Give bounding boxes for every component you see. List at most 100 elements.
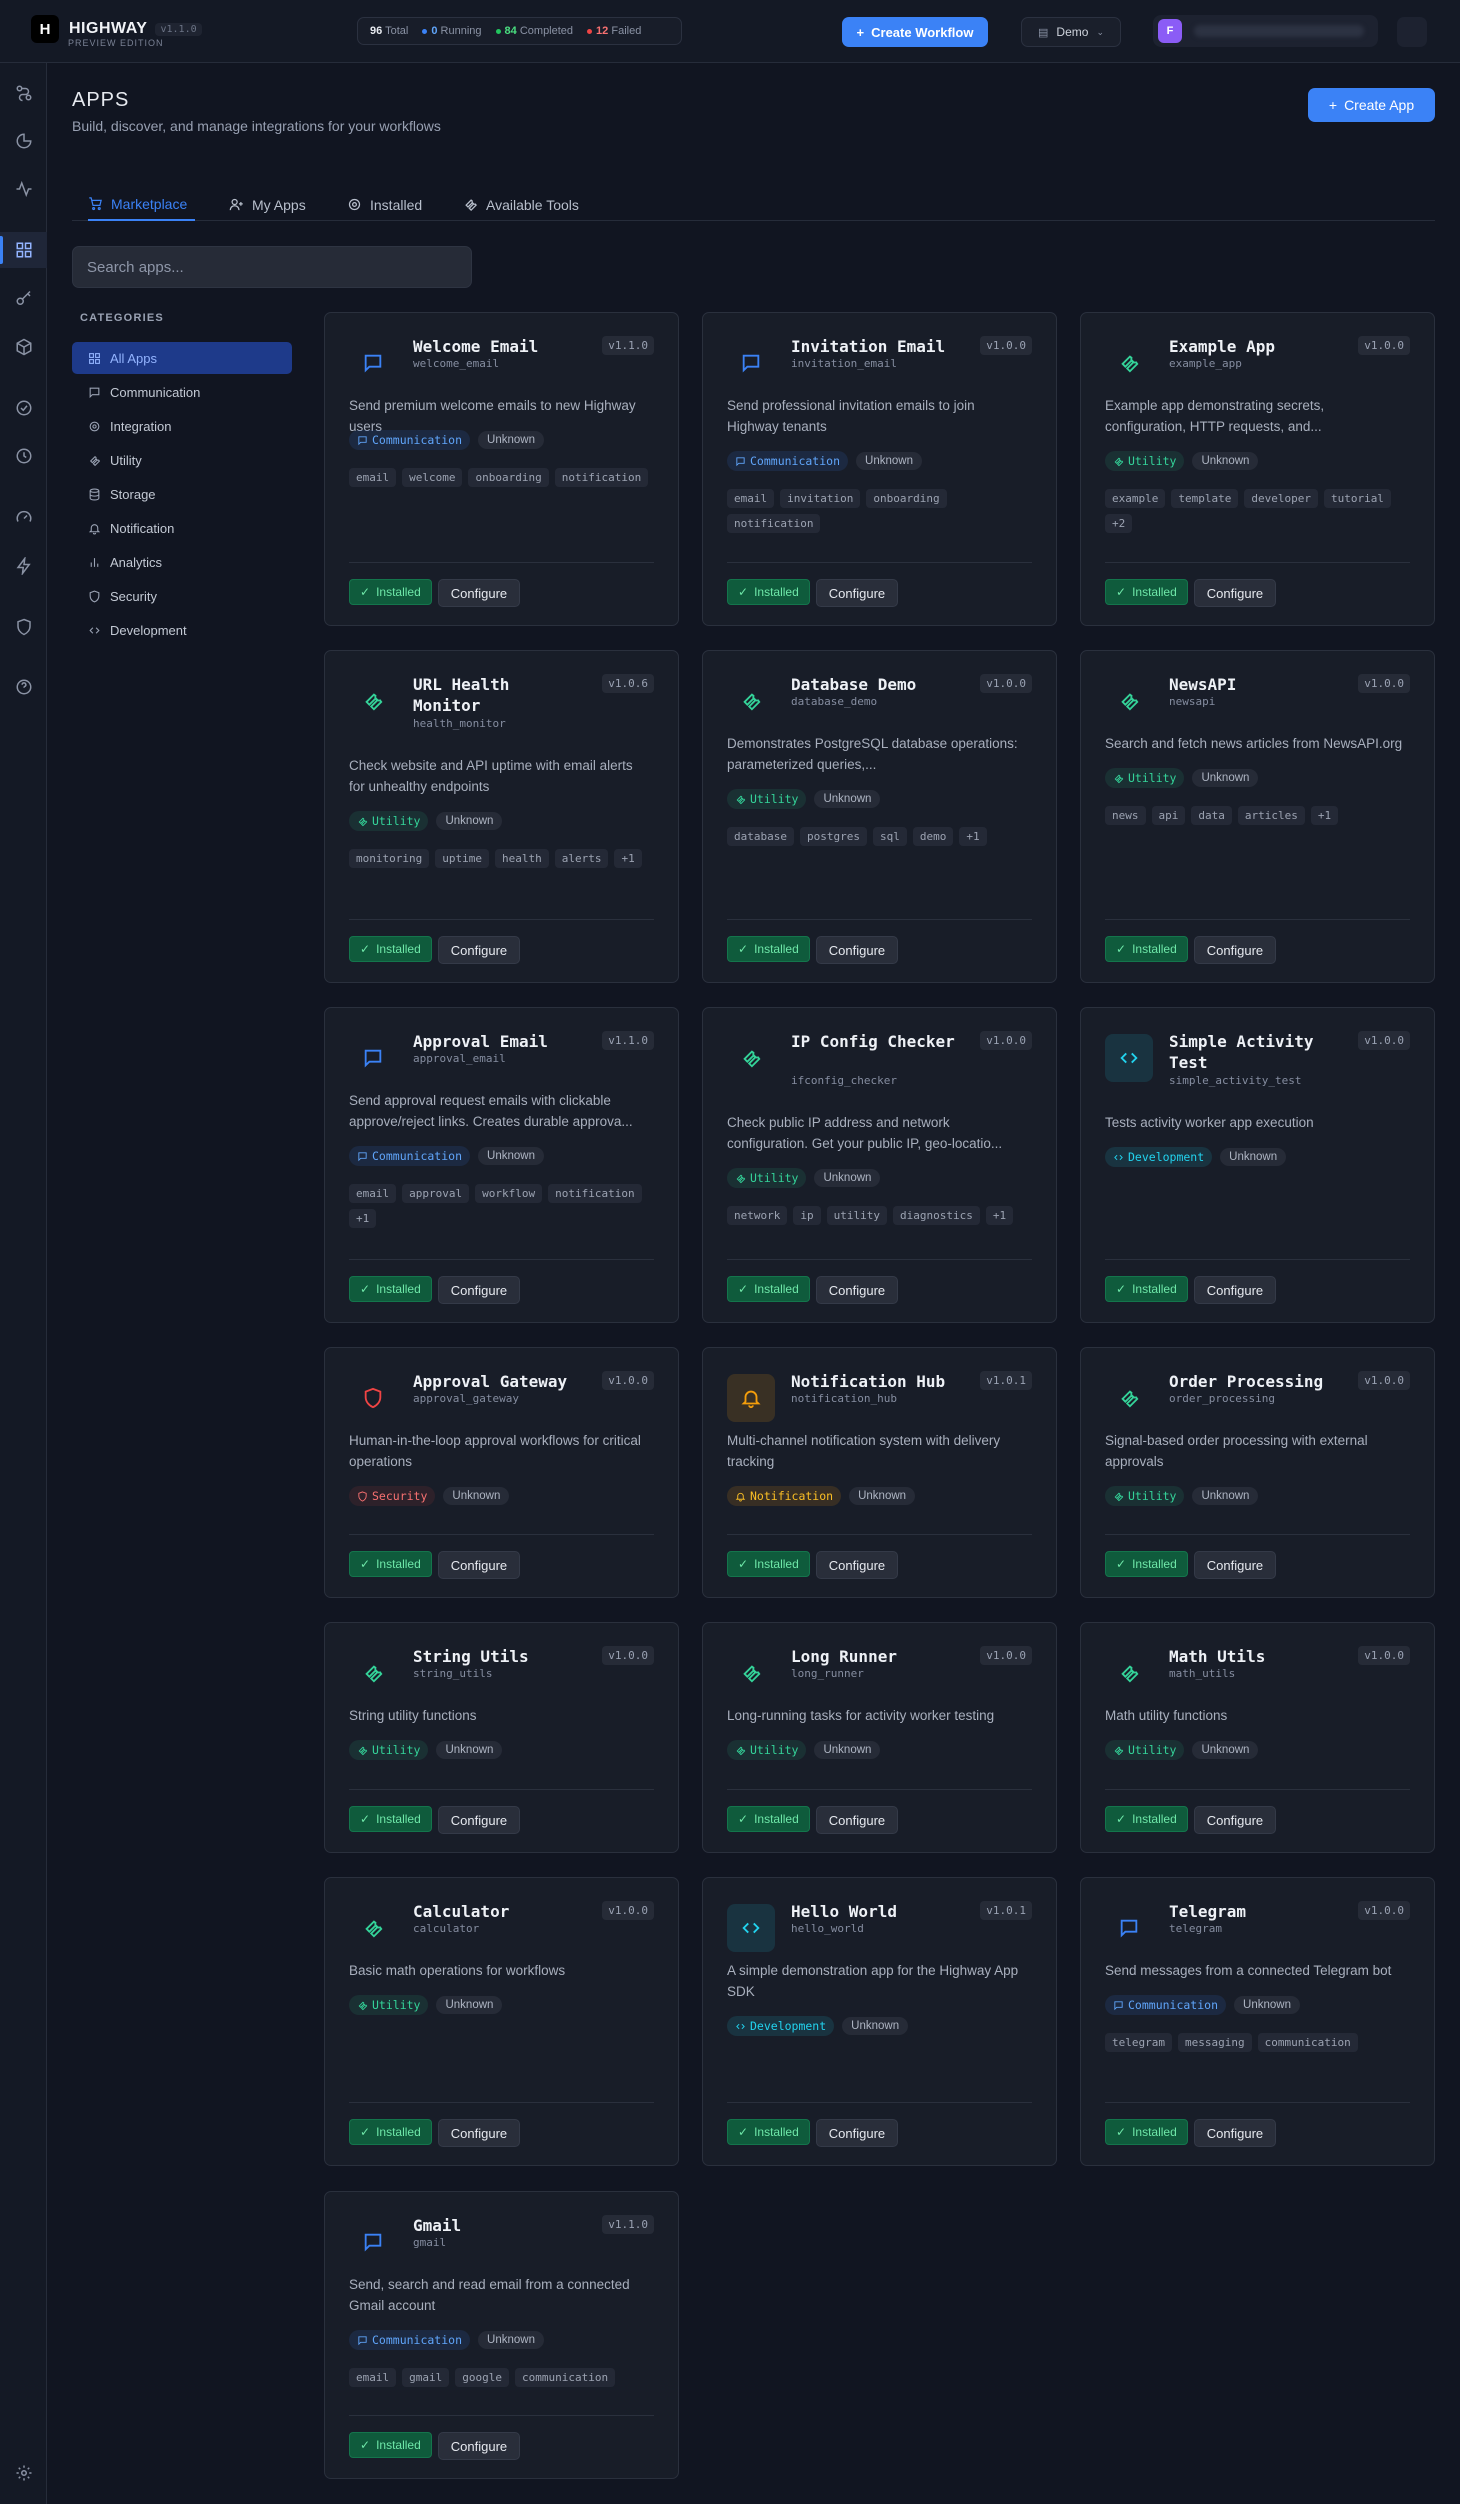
divider (1105, 1534, 1410, 1535)
box-icon (16, 338, 31, 356)
tab-installed[interactable]: Installed (347, 188, 422, 221)
category-all-apps[interactable]: All Apps (72, 342, 292, 374)
configure-button[interactable]: Configure (1193, 936, 1277, 964)
configure-button[interactable]: Configure (815, 1806, 899, 1834)
message-icon (727, 339, 775, 387)
nav-packages[interactable] (0, 329, 47, 365)
nav-tasks[interactable] (0, 390, 47, 426)
app-card-approval-gateway[interactable]: Approval Gateway approval_gateway v1.0.0… (324, 1347, 679, 1598)
app-card-newsapi[interactable]: NewsAPI newsapi v1.0.0 Search and fetch … (1080, 650, 1435, 983)
installed-button[interactable]: ✓ Installed (1105, 936, 1188, 962)
configure-button[interactable]: Configure (815, 936, 899, 964)
configure-button[interactable]: Configure (1193, 1806, 1277, 1834)
tag-list: database postgres sql demo +1 (727, 827, 1037, 846)
environment-selector[interactable]: ▤ Demo ⌄ (1021, 17, 1121, 47)
search-input[interactable] (72, 246, 472, 288)
nav-schedules[interactable] (0, 438, 47, 474)
configure-button[interactable]: Configure (1193, 1551, 1277, 1579)
app-card-math-utils[interactable]: Math Utils math_utils v1.0.0 Math utilit… (1080, 1622, 1435, 1853)
configure-button[interactable]: Configure (815, 2119, 899, 2147)
nav-dashboard[interactable] (0, 123, 47, 159)
app-card-approval-email[interactable]: Approval Email approval_email v1.1.0 Sen… (324, 1007, 679, 1323)
category-notification[interactable]: Notification (72, 512, 292, 544)
top-action-button[interactable] (1397, 17, 1427, 47)
configure-button[interactable]: Configure (437, 579, 521, 607)
configure-button[interactable]: Configure (815, 1551, 899, 1579)
installed-button[interactable]: ✓ Installed (1105, 1276, 1188, 1302)
installed-button[interactable]: ✓ Installed (1105, 1551, 1188, 1577)
app-card-telegram[interactable]: Telegram telegram v1.0.0 Send messages f… (1080, 1877, 1435, 2166)
app-card-hello-world[interactable]: Hello World hello_world v1.0.1 A simple … (702, 1877, 1057, 2166)
installed-button[interactable]: ✓ Installed (349, 1276, 432, 1302)
configure-button[interactable]: Configure (437, 936, 521, 964)
installed-button[interactable]: ✓ Installed (727, 1806, 810, 1832)
app-card-string-utils[interactable]: String Utils string_utils v1.0.0 String … (324, 1622, 679, 1853)
nav-apps[interactable] (0, 232, 47, 268)
installed-button[interactable]: ✓ Installed (1105, 1806, 1188, 1832)
tab-available-tools[interactable]: Available Tools (463, 188, 579, 221)
card-actions: ✓ Installed Configure (349, 2432, 521, 2460)
app-card-order-processing[interactable]: Order Processing order_processing v1.0.0… (1080, 1347, 1435, 1598)
configure-button[interactable]: Configure (815, 579, 899, 607)
check-icon: ✓ (360, 1557, 371, 1571)
installed-button[interactable]: ✓ Installed (727, 936, 810, 962)
create-workflow-button[interactable]: + Create Workflow (842, 17, 988, 47)
category-security[interactable]: Security (72, 580, 292, 612)
installed-button[interactable]: ✓ Installed (1105, 579, 1188, 605)
configure-button[interactable]: Configure (1193, 1276, 1277, 1304)
installed-button[interactable]: ✓ Installed (727, 2119, 810, 2145)
nav-security[interactable] (0, 609, 47, 645)
configure-button[interactable]: Configure (1193, 2119, 1277, 2147)
user-menu[interactable]: F (1153, 15, 1378, 47)
tab-marketplace[interactable]: Marketplace (88, 188, 196, 221)
app-card-database-demo[interactable]: Database Demo database_demo v1.0.0 Demon… (702, 650, 1057, 983)
app-card-notification-hub[interactable]: Notification Hub notification_hub v1.0.1… (702, 1347, 1057, 1598)
installed-button[interactable]: ✓ Installed (349, 2119, 432, 2145)
app-card-ifconfig-checker[interactable]: IP Config Checker ifconfig_checker v1.0.… (702, 1007, 1057, 1323)
app-card-calculator[interactable]: Calculator calculator v1.0.0 Basic math … (324, 1877, 679, 2166)
category-analytics[interactable]: Analytics (72, 546, 292, 578)
category-communication[interactable]: Communication (72, 376, 292, 408)
card-actions: ✓ Installed Configure (349, 1806, 521, 1834)
nav-triggers[interactable] (0, 548, 47, 584)
installed-button[interactable]: ✓ Installed (349, 1551, 432, 1577)
create-app-button[interactable]: + Create App (1308, 88, 1435, 122)
nav-performance[interactable] (0, 499, 47, 535)
nav-activity[interactable] (0, 171, 47, 207)
nav-secrets[interactable] (0, 281, 47, 317)
installed-button[interactable]: ✓ Installed (727, 579, 810, 605)
installed-button[interactable]: ✓ Installed (349, 1806, 432, 1832)
installed-button[interactable]: ✓ Installed (349, 2432, 432, 2458)
category-storage[interactable]: Storage (72, 478, 292, 510)
nav-workflows[interactable] (0, 75, 47, 111)
app-card-gmail[interactable]: Gmail gmail v1.1.0 Send, search and read… (324, 2191, 679, 2479)
category-utility[interactable]: Utility (72, 444, 292, 476)
app-card-welcome-email[interactable]: Welcome Email welcome_email v1.1.0 Send … (324, 312, 679, 626)
app-card-long-runner[interactable]: Long Runner long_runner v1.0.0 Long-runn… (702, 1622, 1057, 1853)
wrench-icon (727, 1034, 775, 1082)
configure-button[interactable]: Configure (437, 1276, 521, 1304)
installed-button[interactable]: ✓ Installed (349, 579, 432, 605)
nav-settings[interactable] (0, 2455, 47, 2491)
workflow-stats[interactable]: 96 Total 0 Running 84 Completed 12 Faile… (357, 17, 682, 45)
configure-button[interactable]: Configure (437, 1806, 521, 1834)
category-integration[interactable]: Integration (72, 410, 292, 442)
configure-button[interactable]: Configure (815, 1276, 899, 1304)
installed-button[interactable]: ✓ Installed (727, 1276, 810, 1302)
configure-button[interactable]: Configure (1193, 579, 1277, 607)
app-card-simple-activity-test[interactable]: Simple Activity Test simple_activity_tes… (1080, 1007, 1435, 1323)
version-badge: v1.1.0 (602, 336, 654, 355)
configure-button[interactable]: Configure (437, 1551, 521, 1579)
nav-help[interactable] (0, 669, 47, 705)
app-card-invitation-email[interactable]: Invitation Email invitation_email v1.0.0… (702, 312, 1057, 626)
tab-my-apps[interactable]: My Apps (229, 188, 306, 221)
installed-button[interactable]: ✓ Installed (1105, 2119, 1188, 2145)
app-card-example-app[interactable]: Example App example_app v1.0.0 Example a… (1080, 312, 1435, 626)
installed-button[interactable]: ✓ Installed (727, 1551, 810, 1577)
installed-button[interactable]: ✓ Installed (349, 936, 432, 962)
category-badges: Development Unknown (727, 2016, 909, 2036)
configure-button[interactable]: Configure (437, 2119, 521, 2147)
category-development[interactable]: Development (72, 614, 292, 646)
configure-button[interactable]: Configure (437, 2432, 521, 2460)
app-card-health-monitor[interactable]: URL Health Monitor health_monitor v1.0.6… (324, 650, 679, 983)
